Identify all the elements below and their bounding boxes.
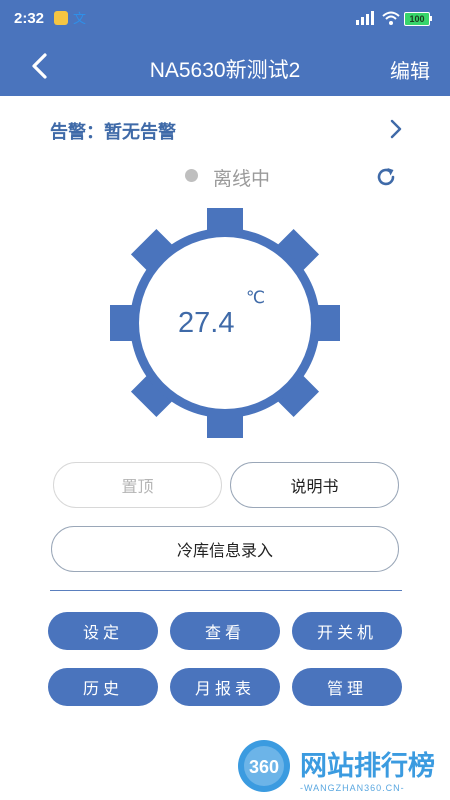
chevron-right-icon[interactable] [388, 118, 404, 140]
watermark-subtext: -WANGZHAN360.CN- [300, 783, 405, 793]
connection-status: 离线中 [213, 168, 271, 190]
battery-tip [430, 16, 432, 21]
manual-button[interactable]: 说明书 [230, 462, 399, 508]
offline-status-dot [185, 169, 198, 182]
status-bar: 2:32 文 100 [0, 0, 450, 38]
watermark-logo: 360 [238, 740, 290, 792]
translate-app-icon: 文 [73, 12, 87, 27]
monthly-report-button[interactable]: 月报表 [170, 668, 280, 706]
edit-button[interactable]: 编辑 [390, 55, 430, 84]
temperature-unit: ℃ [246, 288, 266, 308]
app-bar: NA5630新测试2 编辑 [0, 38, 450, 96]
notes-app-icon [54, 11, 68, 25]
battery-icon: 100 [404, 12, 430, 26]
view-button[interactable]: 查看 [170, 612, 280, 650]
divider [50, 590, 402, 591]
history-button[interactable]: 历史 [48, 668, 158, 706]
cold-storage-info-button[interactable]: 冷库信息录入 [51, 526, 399, 572]
page-title: NA5630新测试2 [149, 59, 301, 82]
status-time: 2:32 [14, 10, 45, 27]
temperature-value: 27.4 [178, 307, 235, 339]
settings-button[interactable]: 设定 [48, 612, 158, 650]
signal-icon [356, 11, 374, 25]
watermark-text: 网站排行榜 [300, 751, 435, 782]
alarm-status[interactable]: 告警：暂无告警 [50, 118, 176, 144]
refresh-icon[interactable] [375, 166, 397, 188]
pin-to-top-button[interactable]: 置顶 [53, 462, 222, 508]
svg-text:360: 360 [249, 757, 279, 777]
wifi-icon [382, 11, 400, 25]
back-arrow-icon[interactable] [28, 52, 52, 80]
manage-button[interactable]: 管理 [292, 668, 402, 706]
power-button[interactable]: 开关机 [292, 612, 402, 650]
